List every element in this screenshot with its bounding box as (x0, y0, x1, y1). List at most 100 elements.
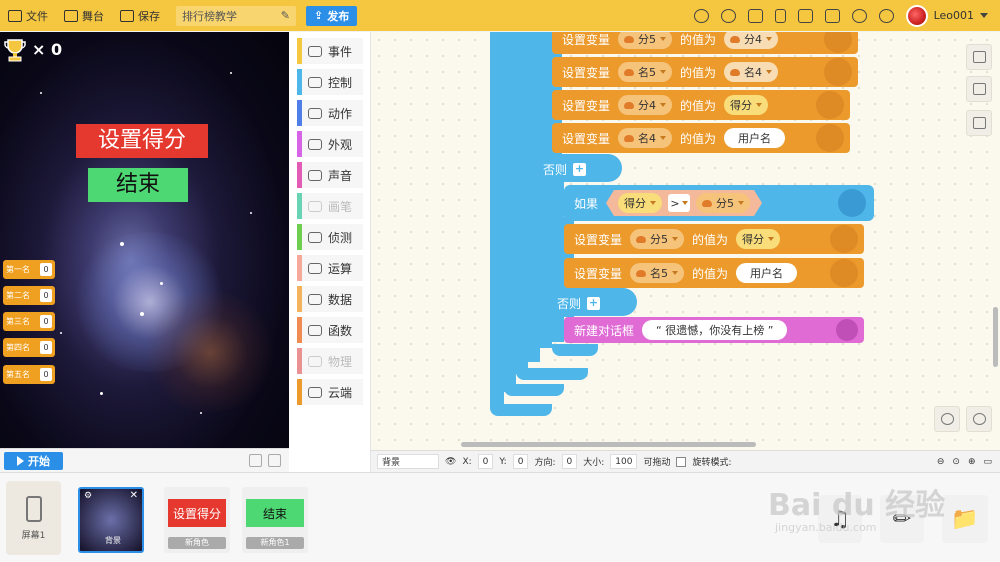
category-events[interactable]: 事件 (297, 38, 363, 64)
value-slot[interactable]: 得分 (736, 229, 781, 249)
mobile-icon[interactable] (774, 8, 786, 23)
set-variable-block[interactable]: 设置变量 分5 的值为 分4 (552, 32, 858, 54)
screen-card[interactable]: 屏幕1 (6, 481, 61, 555)
plus-icon[interactable]: + (587, 297, 601, 310)
if-block[interactable]: 如果 得分 > 分5 (564, 185, 874, 221)
nebula-glow (140, 292, 280, 412)
category-sensing[interactable]: 侦测 (297, 224, 363, 250)
category-cloud[interactable]: 云端 (297, 379, 363, 405)
close-icon[interactable]: ✕ (130, 490, 138, 501)
stage-canvas[interactable]: × 0 设置得分 结束 第一名 0 第二名 0 第三名 0 第四名 0 第五名 0 (0, 32, 289, 448)
add-sprite-button[interactable]: 📁 (942, 495, 988, 543)
category-control[interactable]: 控制 (297, 69, 363, 95)
set-variable-block[interactable]: 设置变量 名5 的值为 名4 (552, 57, 858, 87)
set-variable-block[interactable]: 设置变量 分4 的值为 得分 (552, 90, 850, 120)
shirt-icon (308, 138, 322, 150)
sprite-card-new1[interactable]: 结束 新角色1 (242, 487, 308, 553)
collapse-icon[interactable]: ▭ (983, 457, 992, 467)
direction-field[interactable]: 0 (561, 454, 578, 469)
folder-icon[interactable] (747, 8, 763, 23)
value-slot[interactable]: 名4 (724, 62, 779, 82)
project-name-input[interactable]: 排行榜教学 ✎ (176, 5, 296, 26)
category-operators[interactable]: 运算 (297, 255, 363, 281)
category-looks[interactable]: 外观 (297, 131, 363, 157)
costume-tool[interactable] (966, 44, 992, 70)
file-menu[interactable]: 文件 (0, 0, 56, 31)
printer-icon[interactable] (797, 8, 813, 23)
value-slot[interactable]: 分4 (724, 32, 779, 49)
variable-dropdown[interactable]: 分5 (696, 193, 750, 213)
set-variable-block[interactable]: 设置变量 名5 的值为 用户名 (564, 258, 864, 288)
radar-icon (308, 231, 322, 243)
eye-icon[interactable]: 👁 (445, 457, 456, 467)
variable-dropdown[interactable]: 分4 (618, 95, 673, 115)
sprite-card-new[interactable]: 设置得分 新角色 (164, 487, 230, 553)
set-score-sprite[interactable]: 设置得分 (76, 124, 208, 158)
help-icon[interactable] (851, 8, 867, 23)
variable-dropdown[interactable]: 分5 (630, 229, 685, 249)
physics-icon (308, 355, 322, 367)
file-icon (8, 9, 22, 22)
sprite-name-field[interactable]: 背景 (377, 454, 439, 469)
cubes-icon[interactable] (720, 8, 736, 23)
globe-icon[interactable] (878, 8, 894, 23)
category-motion[interactable]: 动作 (297, 100, 363, 126)
sound-tool[interactable] (966, 76, 992, 102)
category-sound[interactable]: 声音 (297, 162, 363, 188)
stage-button[interactable]: 舞台 (56, 0, 112, 31)
set-variable-block[interactable]: 设置变量 分5 的值为 得分 (564, 224, 864, 254)
value-slot[interactable]: 用户名 (724, 128, 786, 148)
value-slot[interactable]: 用户名 (736, 263, 798, 283)
shirt-icon (973, 51, 986, 63)
cloud-cap-icon (830, 225, 858, 253)
operator-dropdown[interactable]: > (668, 194, 690, 212)
end-sprite[interactable]: 结束 (88, 168, 188, 202)
rank-5: 第五名 0 (3, 365, 55, 384)
value-slot[interactable]: 得分 (724, 95, 769, 115)
cloud-cap-icon (816, 91, 844, 119)
sprite-card-background[interactable]: ⚙ ✕ 背景 (78, 487, 144, 553)
category-data[interactable]: 数据 (297, 286, 363, 312)
category-functions[interactable]: 函数 (297, 317, 363, 343)
stage-controls: 开始 (0, 448, 289, 472)
chart-line-icon (973, 117, 986, 129)
data-tool[interactable] (966, 110, 992, 136)
zoom-in-icon[interactable]: ⊕ (968, 457, 976, 467)
dialog-text-input[interactable]: “ 很遗憾，你没有上榜 ” (642, 320, 788, 340)
draggable-checkbox[interactable] (676, 456, 687, 467)
calendar-icon[interactable] (824, 8, 840, 23)
zoom-out-icon[interactable]: ⊖ (937, 457, 945, 467)
mascot-icon[interactable] (693, 8, 709, 23)
zoom-reset-icon[interactable]: ⊙ (952, 457, 960, 467)
redo-button[interactable] (966, 406, 992, 432)
size-field[interactable]: 100 (610, 454, 638, 469)
fullscreen-icon[interactable] (249, 454, 262, 467)
user-menu[interactable]: Leo001 (905, 4, 988, 27)
undo-button[interactable] (934, 406, 960, 432)
horizontal-scrollbar[interactable] (461, 442, 756, 447)
variable-dropdown[interactable]: 分5 (618, 32, 673, 49)
x-field[interactable]: 0 (477, 454, 494, 469)
y-field[interactable]: 0 (512, 454, 529, 469)
save-button[interactable]: 保存 (112, 0, 168, 31)
code-workspace[interactable]: 设置变量 分5 的值为 分4 设置变量 名5 的值为 名4 设置变量 分4 的值… (371, 32, 1000, 450)
category-pen[interactable]: 画笔 (297, 193, 363, 219)
variable-dropdown[interactable]: 名5 (618, 62, 673, 82)
publish-button[interactable]: ⇪ 发布 (306, 5, 358, 26)
c-block-frame (490, 32, 504, 412)
plus-icon[interactable]: + (573, 163, 587, 176)
value-slot[interactable]: 得分 (618, 193, 662, 213)
variable-dropdown[interactable]: 名4 (618, 128, 673, 148)
redo-icon (973, 413, 986, 425)
set-variable-block[interactable]: 设置变量 名4 的值为 用户名 (552, 123, 850, 153)
gear-icon[interactable]: ⚙ (84, 491, 92, 501)
condition-compare[interactable]: 得分 > 分5 (606, 190, 762, 216)
start-button[interactable]: 开始 (4, 452, 63, 470)
chart-line-icon (308, 293, 322, 305)
category-physics[interactable]: 物理 (297, 348, 363, 374)
vertical-scrollbar[interactable] (993, 307, 998, 367)
grid-icon[interactable] (268, 454, 281, 467)
variable-dropdown[interactable]: 名5 (630, 263, 685, 283)
rank-4: 第四名 0 (3, 338, 55, 357)
new-dialog-block[interactable]: 新建对话框 “ 很遗憾，你没有上榜 ” (564, 317, 864, 343)
